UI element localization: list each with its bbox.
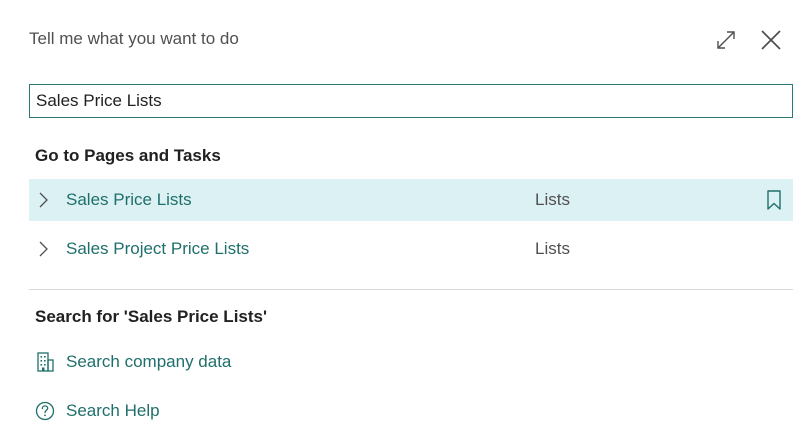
section-divider bbox=[29, 289, 793, 290]
close-button[interactable] bbox=[757, 26, 785, 54]
result-category: Lists bbox=[535, 190, 570, 209]
result-category: Lists bbox=[535, 239, 570, 258]
bookmark-icon[interactable] bbox=[766, 189, 782, 211]
pages-tasks-heading: Go to Pages and Tasks bbox=[35, 146, 221, 165]
result-row-sales-price-lists[interactable]: Sales Price Lists Lists bbox=[29, 179, 793, 221]
expand-button[interactable] bbox=[713, 27, 739, 53]
tell-me-dialog: Tell me what you want to do Go to Pages … bbox=[0, 0, 812, 440]
expand-icon bbox=[717, 31, 735, 49]
chevron-right-icon bbox=[39, 192, 48, 208]
close-icon bbox=[761, 30, 781, 50]
search-company-data-link[interactable]: Search company data bbox=[29, 346, 549, 378]
chevron-right-icon bbox=[39, 241, 48, 257]
building-icon bbox=[37, 352, 54, 372]
result-label: Sales Project Price Lists bbox=[66, 239, 250, 258]
search-help-link[interactable]: Search Help bbox=[29, 395, 549, 427]
action-label: Search company data bbox=[66, 352, 232, 371]
search-box bbox=[29, 84, 793, 118]
search-for-heading: Search for 'Sales Price Lists' bbox=[35, 307, 268, 326]
action-label: Search Help bbox=[66, 401, 160, 420]
help-circle-icon bbox=[35, 401, 55, 421]
dialog-title: Tell me what you want to do bbox=[29, 29, 239, 48]
result-row-sales-project-price-lists[interactable]: Sales Project Price Lists Lists bbox=[29, 228, 793, 270]
result-label: Sales Price Lists bbox=[66, 190, 192, 209]
search-input[interactable] bbox=[30, 85, 792, 117]
